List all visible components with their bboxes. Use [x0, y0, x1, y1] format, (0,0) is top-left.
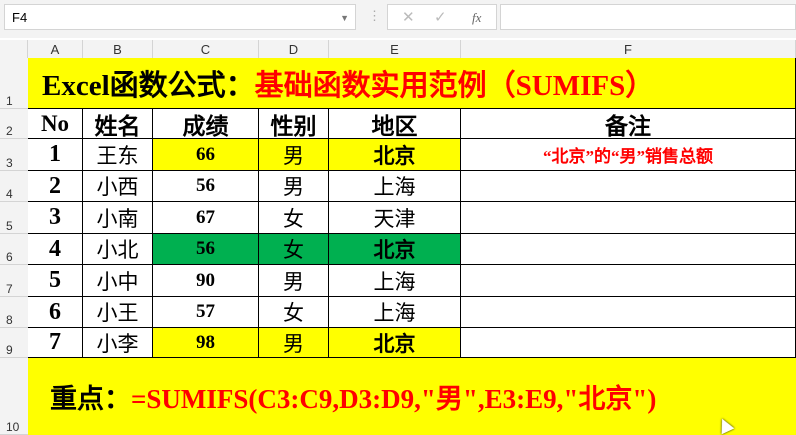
row-header[interactable]: 10	[0, 358, 28, 435]
footer-formula: =SUMIFS(C3:C9,D3:D9,"男",E3:E9,"北京")	[131, 384, 657, 414]
table-cell[interactable]: 北京	[329, 328, 461, 358]
table-cell[interactable]: 王东	[83, 139, 153, 171]
table-cell[interactable]	[461, 234, 796, 265]
table-cell[interactable]: 小中	[83, 265, 153, 297]
table-cell[interactable]: 4	[28, 234, 83, 265]
header-cell[interactable]: 地区	[329, 109, 461, 139]
dropdown-arrow-icon[interactable]: ▼	[340, 5, 349, 31]
table-cell[interactable]: 7	[28, 328, 83, 358]
table-cell[interactable]: 98	[153, 328, 259, 358]
row-header[interactable]: 3	[0, 139, 28, 171]
table-cell[interactable]: 上海	[329, 265, 461, 297]
table-cell[interactable]: 女	[259, 297, 329, 328]
table-cell[interactable]: 小南	[83, 202, 153, 234]
table-cell[interactable]: 小西	[83, 171, 153, 202]
table-cell[interactable]: 天津	[329, 202, 461, 234]
row-header[interactable]: 8	[0, 297, 28, 328]
column-header[interactable]: C	[153, 40, 259, 58]
row-header[interactable]: 7	[0, 265, 28, 297]
table-cell[interactable]: 6	[28, 297, 83, 328]
table-cell[interactable]: 男	[259, 171, 329, 202]
insert-function-icon[interactable]: fx	[472, 10, 481, 26]
drag-handle-icon[interactable]: ⋮	[368, 8, 381, 24]
table-cell[interactable]: 女	[259, 234, 329, 265]
table-cell[interactable]: 3	[28, 202, 83, 234]
table-cell[interactable]: 女	[259, 202, 329, 234]
column-header[interactable]: B	[83, 40, 153, 58]
cancel-icon[interactable]: ✕	[402, 8, 415, 26]
title-cell[interactable]: Excel函数公式： 基础函数实用范例（SUMIFS）	[28, 58, 796, 109]
title-red: 基础函数实用范例（SUMIFS）	[254, 70, 655, 102]
header-cell[interactable]: 成绩	[153, 109, 259, 139]
name-box[interactable]: F4 ▼	[4, 4, 356, 30]
row-header[interactable]: 4	[0, 171, 28, 202]
table-cell[interactable]: 男	[259, 265, 329, 297]
column-header[interactable]: A	[28, 40, 83, 58]
header-cell[interactable]: 备注	[461, 109, 796, 139]
table-cell[interactable]: 57	[153, 297, 259, 328]
row-header[interactable]: 6	[0, 234, 28, 265]
row-header[interactable]: 1	[0, 58, 28, 109]
column-header[interactable]: F	[461, 40, 796, 58]
row-header[interactable]: 2	[0, 109, 28, 139]
table-cell[interactable]	[461, 328, 796, 358]
table-cell[interactable]	[461, 297, 796, 328]
table-cell[interactable]	[461, 171, 796, 202]
table-cell[interactable]: 67	[153, 202, 259, 234]
table-cell[interactable]: 上海	[329, 297, 461, 328]
table-cell[interactable]: 小李	[83, 328, 153, 358]
title-black: Excel函数公式：	[42, 70, 255, 102]
table-cell[interactable]: 小北	[83, 234, 153, 265]
table-cell[interactable]: 5	[28, 265, 83, 297]
table-cell[interactable]: 66	[153, 139, 259, 171]
table-cell[interactable]: 男	[259, 139, 329, 171]
table-cell[interactable]: 上海	[329, 171, 461, 202]
table-cell[interactable]: 男	[259, 328, 329, 358]
formula-input[interactable]	[500, 4, 796, 30]
enter-icon[interactable]: ✓	[434, 8, 447, 26]
table-cell[interactable]: 北京	[329, 139, 461, 171]
column-header[interactable]: D	[259, 40, 329, 58]
table-cell[interactable]: 北京	[329, 234, 461, 265]
select-all-button[interactable]	[0, 40, 28, 58]
footer-label: 重点：	[50, 384, 131, 414]
row-header[interactable]: 9	[0, 328, 28, 358]
header-cell[interactable]: 姓名	[83, 109, 153, 139]
table-cell[interactable]: “北京”的“男”销售总额	[461, 139, 796, 171]
table-cell[interactable]: 小王	[83, 297, 153, 328]
formula-bar: F4 ▼ ⋮ ✕ ✓ fx	[0, 0, 796, 38]
table-cell[interactable]	[461, 265, 796, 297]
formula-buttons: ✕ ✓ fx	[387, 4, 497, 30]
formula-note-cell[interactable]: 重点： =SUMIFS(C3:C9,D3:D9,"男",E3:E9,"北京")	[28, 358, 796, 435]
row-header[interactable]: 5	[0, 202, 28, 234]
table-cell[interactable]: 90	[153, 265, 259, 297]
name-box-value: F4	[12, 10, 28, 25]
header-cell[interactable]: No	[28, 109, 83, 139]
header-cell[interactable]: 性别	[259, 109, 329, 139]
table-cell[interactable]: 56	[153, 171, 259, 202]
table-cell[interactable]: 2	[28, 171, 83, 202]
table-cell[interactable]	[461, 202, 796, 234]
column-header[interactable]: E	[329, 40, 461, 58]
table-cell[interactable]: 56	[153, 234, 259, 265]
table-cell[interactable]: 1	[28, 139, 83, 171]
